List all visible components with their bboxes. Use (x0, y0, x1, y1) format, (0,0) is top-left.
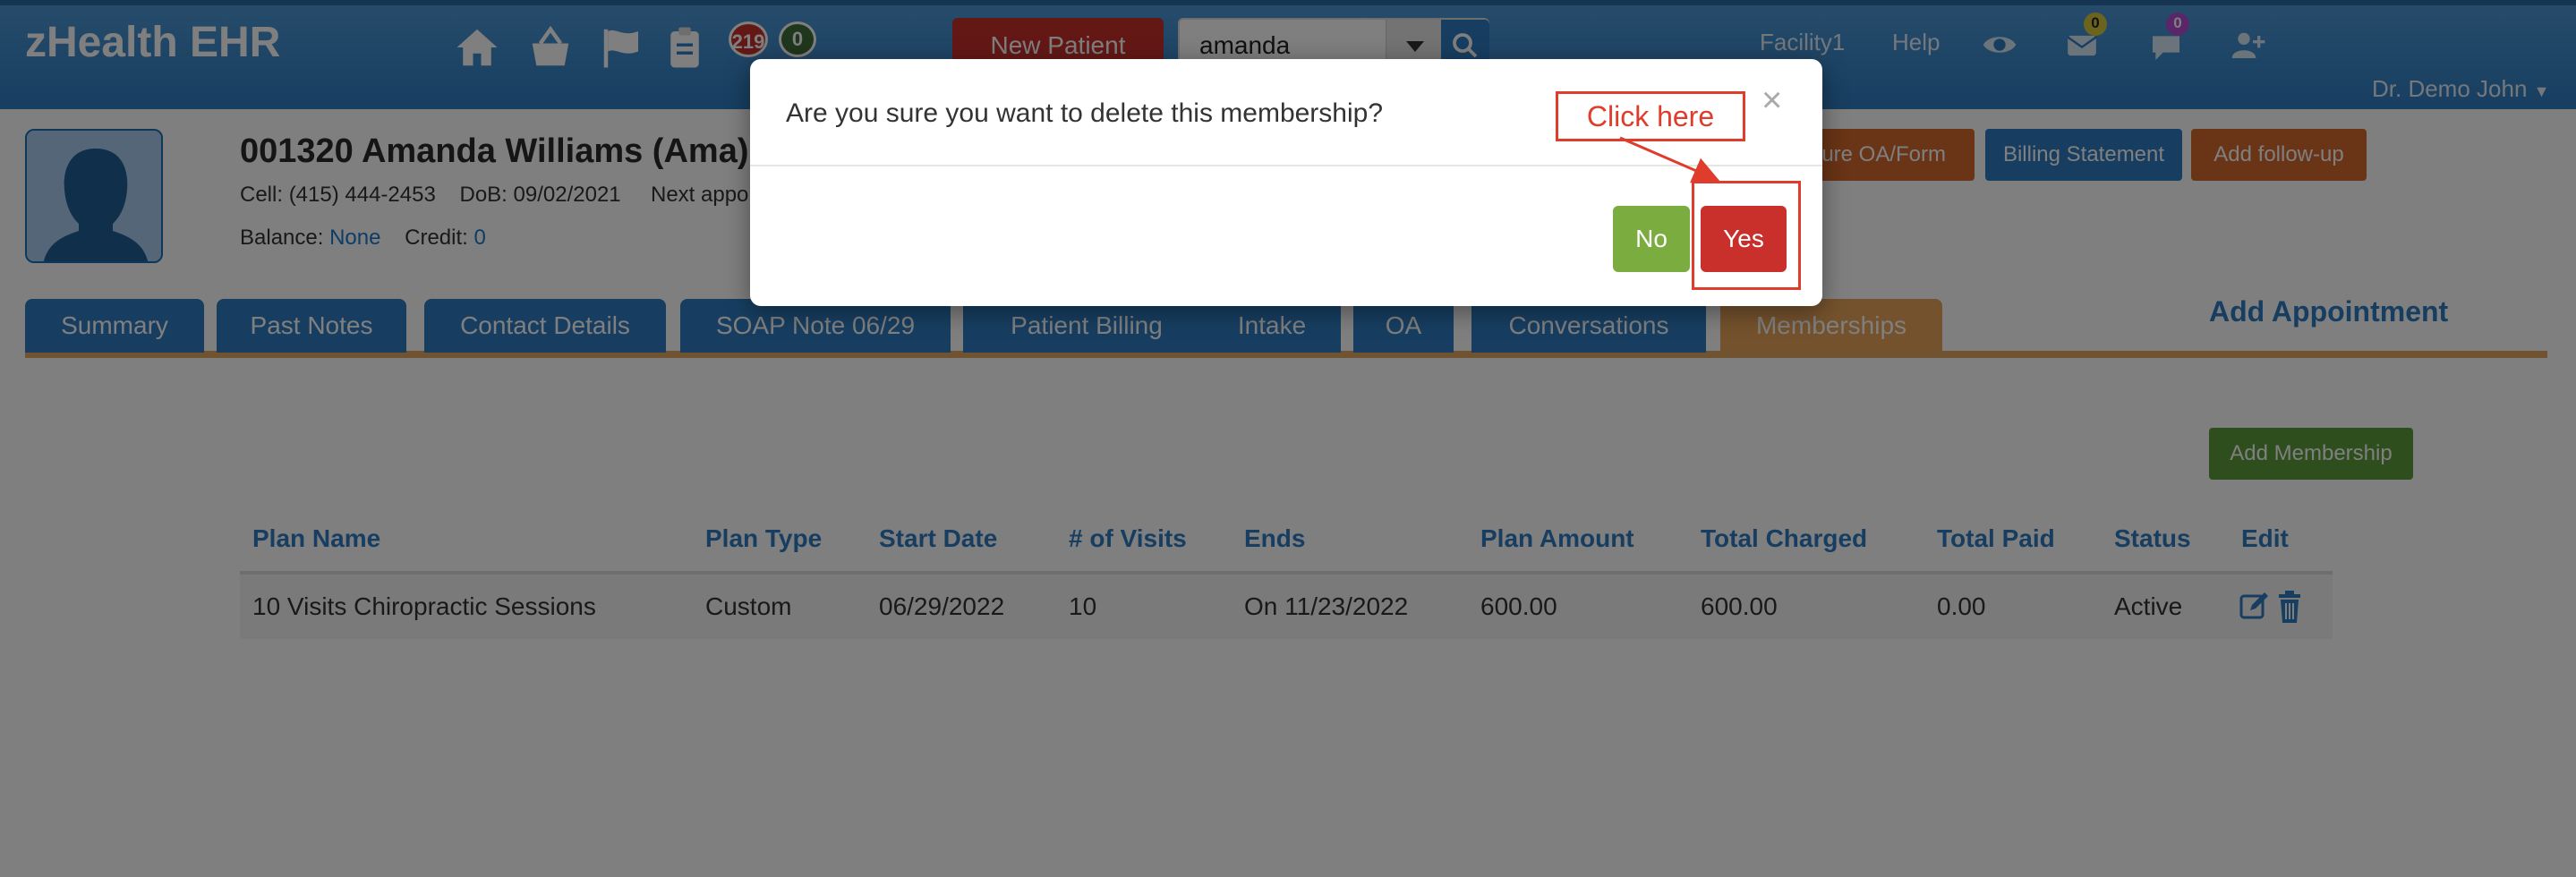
dialog-message: Are you sure you want to delete this mem… (786, 98, 1384, 128)
close-icon[interactable]: × (1761, 82, 1782, 118)
annotation-highlight-box (1692, 181, 1801, 290)
annotation-arrow (1619, 136, 1720, 183)
no-button[interactable]: No (1613, 206, 1690, 272)
